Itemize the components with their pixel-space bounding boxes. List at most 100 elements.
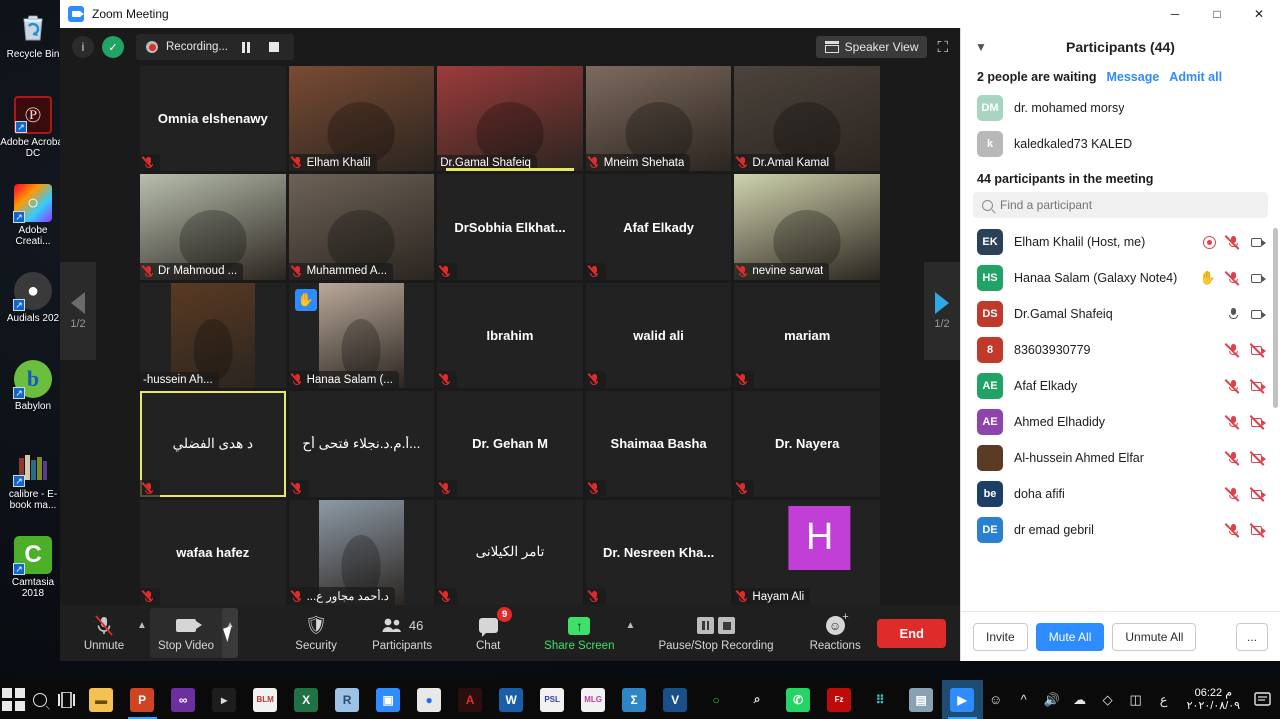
taskbar-item-visio[interactable]: V bbox=[655, 680, 696, 719]
share-options-chevron-icon[interactable]: ▲ bbox=[622, 608, 638, 658]
mic-muted-icon[interactable] bbox=[1224, 414, 1241, 430]
participant-tile[interactable]: Omnia elshenawy bbox=[140, 66, 286, 172]
participant-tile[interactable]: تامر الكيلانى bbox=[437, 499, 583, 605]
taskbar-item-photo-viewer[interactable]: ▤ bbox=[901, 680, 942, 719]
taskbar-item-blm-document[interactable]: BLM bbox=[245, 680, 286, 719]
participant-tile[interactable]: Mneim Shehata bbox=[585, 66, 732, 172]
taskbar-item-filezilla[interactable]: Fz bbox=[819, 680, 860, 719]
taskbar-item-zoom[interactable]: ▶ bbox=[941, 680, 983, 719]
chat-button[interactable]: 9 Chat bbox=[458, 607, 518, 658]
invite-button[interactable]: Invite bbox=[973, 622, 1028, 651]
camera-off-icon[interactable] bbox=[1249, 378, 1266, 394]
mic-muted-icon[interactable] bbox=[1224, 342, 1241, 358]
camera-on-icon[interactable] bbox=[1251, 235, 1266, 250]
search-input[interactable] bbox=[1000, 198, 1259, 212]
participant-tile[interactable]: mariam bbox=[734, 282, 880, 389]
show-hidden-icons-chevron[interactable]: ^ bbox=[1011, 680, 1037, 719]
next-page-button[interactable]: 1/2 bbox=[880, 66, 960, 605]
share-screen-button[interactable]: ↑ Share Screen bbox=[536, 608, 622, 658]
maximize-button[interactable]: □ bbox=[1196, 0, 1238, 28]
taskbar-item-r-statistics[interactable]: R bbox=[327, 680, 368, 719]
participant-list-item[interactable]: HS Hanaa Salam (Galaxy Note4) ✋ bbox=[961, 260, 1280, 296]
battery-icon[interactable]: ◫ bbox=[1123, 680, 1149, 719]
camera-off-icon[interactable] bbox=[1249, 414, 1266, 430]
desktop-icon-adobe-creative-cloud[interactable]: ○ ↗ Adobe Creati... bbox=[0, 180, 66, 264]
desktop-icon-recycle-bin[interactable]: Recycle Bin bbox=[0, 4, 66, 88]
taskbar-item-mlg-document[interactable]: MLG bbox=[573, 680, 614, 719]
participant-tile[interactable]: walid ali bbox=[585, 282, 732, 389]
end-meeting-button[interactable]: End bbox=[877, 618, 946, 648]
participant-tile[interactable]: Dr. Nayera bbox=[734, 391, 880, 497]
desktop-icon-calibre[interactable]: ↗ calibre - E-book ma... bbox=[0, 444, 66, 528]
camera-on-icon[interactable] bbox=[1251, 307, 1266, 322]
volume-icon[interactable]: 🔊 bbox=[1039, 680, 1065, 719]
unmute-button[interactable]: Unmute bbox=[74, 608, 134, 658]
participant-list-item[interactable]: 8 83603930779 bbox=[961, 332, 1280, 368]
audio-options-chevron-icon[interactable]: ▲ bbox=[134, 608, 150, 658]
desktop-icon-adobe-acrobat-dc[interactable]: ℗ ↗ Adobe Acrobat DC bbox=[0, 92, 66, 176]
waiting-room-item[interactable]: k kaledkaled73 KALED bbox=[961, 126, 1280, 162]
participant-list-item[interactable]: DS Dr.Gamal Shafeiq bbox=[961, 296, 1280, 332]
taskbar-item-adobe-acrobat[interactable]: A bbox=[450, 680, 491, 719]
taskbar-search-button[interactable] bbox=[27, 680, 54, 719]
stop-video-button[interactable]: Stop Video bbox=[150, 608, 222, 658]
mic-muted-icon[interactable] bbox=[1224, 378, 1241, 394]
task-view-button[interactable] bbox=[54, 680, 81, 719]
participant-list-item[interactable]: AE Ahmed Elhadidy bbox=[961, 404, 1280, 440]
view-mode-switch[interactable]: Speaker View bbox=[815, 36, 928, 58]
participants-button[interactable]: 46 Participants bbox=[364, 608, 440, 658]
mic-muted-icon[interactable] bbox=[1224, 522, 1241, 538]
participant-list-item[interactable]: AE Afaf Elkady bbox=[961, 368, 1280, 404]
dropbox-icon[interactable]: ◇ bbox=[1095, 680, 1121, 719]
pause-recording-icon[interactable] bbox=[236, 37, 256, 57]
mic-muted-icon[interactable] bbox=[1224, 234, 1241, 250]
mute-all-button[interactable]: Mute All bbox=[1035, 622, 1105, 651]
mic-muted-icon[interactable] bbox=[1224, 486, 1241, 502]
taskbar-item-powerpoint[interactable]: P bbox=[122, 680, 163, 719]
pause-stop-recording-button[interactable]: Pause/Stop Recording bbox=[650, 608, 781, 658]
participant-list-item[interactable]: EK Elham Khalil (Host, me) bbox=[961, 224, 1280, 260]
pause-icon[interactable] bbox=[697, 617, 715, 634]
participant-tile[interactable]: Dr.Gamal Shafeiq bbox=[437, 66, 583, 172]
previous-page-button[interactable]: 1/2 bbox=[60, 66, 140, 605]
taskbar-clock[interactable]: 06:22 م ٢٠٢٠/٠٨/٠٩ bbox=[1179, 687, 1248, 713]
participant-tile[interactable]: -hussein Ah... bbox=[140, 282, 286, 389]
participant-tile[interactable]: Afaf Elkady bbox=[585, 174, 732, 280]
unmute-all-button[interactable]: Unmute All bbox=[1112, 622, 1197, 651]
participants-scrollbar[interactable] bbox=[1273, 228, 1278, 408]
meeting-info-icon[interactable]: i bbox=[72, 36, 94, 58]
participant-list-item[interactable]: be doha afifi bbox=[961, 476, 1280, 512]
mic-on-icon[interactable] bbox=[1226, 307, 1241, 322]
start-button[interactable] bbox=[0, 680, 27, 719]
camera-off-icon[interactable] bbox=[1249, 522, 1266, 538]
encryption-shield-icon[interactable]: ✓ bbox=[102, 36, 124, 58]
camera-off-icon[interactable] bbox=[1249, 342, 1266, 358]
participant-tile[interactable]: Dr. Gehan M bbox=[437, 391, 583, 497]
desktop-icon-camtasia[interactable]: C ↗ Camtasia 2018 bbox=[0, 532, 66, 616]
waiting-room-item[interactable]: DM dr. mohamed morsy bbox=[961, 90, 1280, 126]
participant-tile[interactable]: Ibrahim bbox=[437, 282, 583, 389]
participant-tile[interactable]: Dr Mahmoud ... bbox=[140, 174, 286, 280]
mic-muted-icon[interactable] bbox=[1224, 450, 1241, 466]
taskbar-item-google-chrome[interactable]: ● bbox=[409, 680, 450, 719]
camera-off-icon[interactable] bbox=[1249, 450, 1266, 466]
taskbar-item-word[interactable]: W bbox=[491, 680, 532, 719]
security-button[interactable]: 🛡 Security bbox=[286, 608, 346, 658]
taskbar-item-nvivo[interactable]: ○ bbox=[696, 680, 737, 719]
participant-tile[interactable]: Dr. Nesreen Kha... bbox=[585, 499, 732, 605]
people-icon[interactable]: ☺ bbox=[983, 680, 1009, 719]
reactions-button[interactable]: ☺ Reactions bbox=[802, 608, 869, 658]
admit-all-button[interactable]: Admit all bbox=[1169, 70, 1222, 84]
stop-recording-icon[interactable] bbox=[264, 37, 284, 57]
camera-off-icon[interactable] bbox=[1249, 486, 1266, 502]
language-indicator[interactable]: ع bbox=[1151, 680, 1177, 719]
taskbar-item-magnifier-tool[interactable]: ⌕ bbox=[737, 680, 778, 719]
taskbar-item-id-app[interactable]: ▣ bbox=[368, 680, 409, 719]
camera-on-icon[interactable] bbox=[1251, 271, 1266, 286]
participant-tile[interactable]: Dr.Amal Kamal bbox=[734, 66, 880, 172]
taskbar-item-psl-document[interactable]: PSL bbox=[532, 680, 573, 719]
chevron-down-icon[interactable]: ▼ bbox=[975, 40, 987, 54]
participant-tile[interactable]: Shaimaa Basha bbox=[585, 391, 732, 497]
participant-tile[interactable]: د هدى الفضلي bbox=[140, 391, 286, 497]
desktop-icon-babylon[interactable]: b ↗ Babylon bbox=[0, 356, 66, 440]
